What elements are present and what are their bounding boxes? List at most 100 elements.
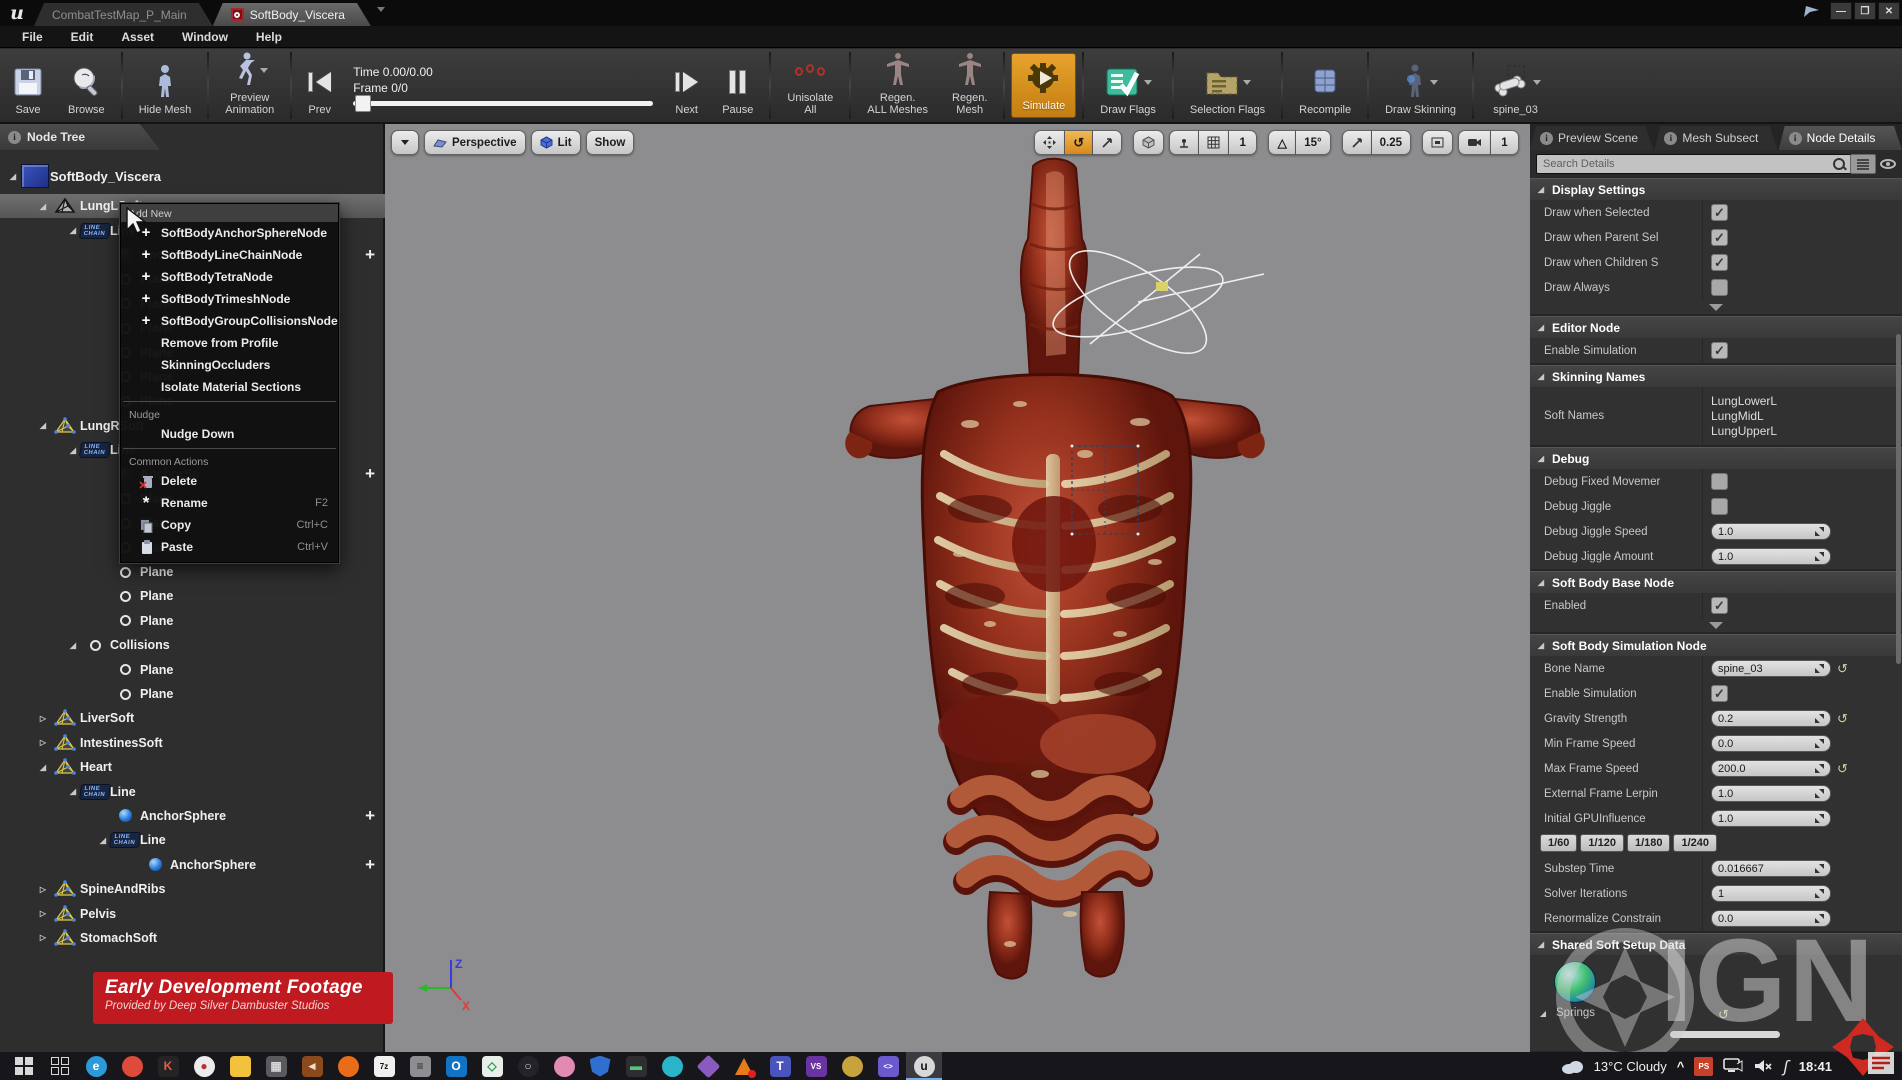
tree-row-plane[interactable]: Plane: [0, 657, 385, 681]
expander-open-icon[interactable]: ◢: [66, 226, 80, 235]
hide-mesh-button[interactable]: Hide Mesh: [127, 49, 204, 122]
tree-row-stomachsoft[interactable]: ▷StomachSoft: [0, 926, 385, 950]
tree-row-plane[interactable]: Plane: [0, 584, 385, 608]
drag-handle-icon[interactable]: [1815, 664, 1824, 673]
expander-open-icon[interactable]: ◢: [66, 641, 80, 650]
menu-file[interactable]: File: [8, 30, 57, 44]
teal-app-icon[interactable]: [654, 1052, 690, 1080]
bone-selector-caret-icon[interactable]: [1533, 80, 1541, 85]
browse-button[interactable]: Browse: [56, 49, 117, 122]
pink-app-icon[interactable]: [546, 1052, 582, 1080]
value-input[interactable]: 0.2: [1711, 710, 1831, 727]
springs-asset-thumbnail[interactable]: [1554, 961, 1596, 1003]
hex-tool-icon[interactable]: ◇: [474, 1052, 510, 1080]
context-menu-item-softbodygroupcollisionsnode[interactable]: +SoftBodyGroupCollisionsNode: [121, 310, 338, 332]
tree-row-heart[interactable]: ◢Heart: [0, 755, 385, 779]
eye-icon[interactable]: [1880, 159, 1896, 169]
timeline-handle[interactable]: [355, 95, 371, 112]
drag-handle-icon[interactable]: [1815, 814, 1824, 823]
unisolate-all-button[interactable]: Unisolate All: [775, 49, 845, 122]
chrome-icon[interactable]: [114, 1052, 150, 1080]
visual-studio-icon[interactable]: VS: [798, 1052, 834, 1080]
expander-open-icon[interactable]: ◢: [66, 787, 80, 796]
value-input[interactable]: 200.0: [1711, 760, 1831, 777]
context-menu-item-delete[interactable]: Delete: [121, 470, 338, 492]
context-menu-item-softbodyanchorspherenode[interactable]: +SoftBodyAnchorSphereNode: [121, 222, 338, 244]
display-tray-icon[interactable]: [1723, 1058, 1743, 1074]
teams-icon[interactable]: T: [762, 1052, 798, 1080]
bone-selector-button[interactable]: spine_03: [1478, 49, 1553, 122]
scale-snap-button[interactable]: [1342, 130, 1372, 155]
camera-speed-value-button[interactable]: 1: [1491, 130, 1519, 155]
checkbox-checked[interactable]: ✓: [1711, 229, 1728, 246]
reset-to-default-icon[interactable]: ↺: [1837, 711, 1848, 727]
drag-handle-icon[interactable]: [1815, 527, 1824, 536]
display-filter-button[interactable]: [1850, 154, 1876, 174]
shield-app-icon[interactable]: [582, 1052, 618, 1080]
draw-flags-caret-icon[interactable]: [1144, 80, 1152, 85]
weather-text[interactable]: 13°C Cloudy: [1594, 1059, 1667, 1074]
drag-handle-icon[interactable]: [1815, 889, 1824, 898]
camera-speed-button[interactable]: [1458, 130, 1491, 155]
playstation-tray-icon[interactable]: PS: [1694, 1057, 1713, 1076]
next-frame-button[interactable]: Next: [663, 49, 710, 122]
pause-button[interactable]: Pause: [710, 49, 765, 122]
expander-open-icon[interactable]: ◢: [6, 172, 20, 181]
menu-edit[interactable]: Edit: [57, 30, 108, 44]
reset-to-default-icon[interactable]: ↺: [1718, 1007, 1729, 1023]
value-input[interactable]: 1.0: [1711, 785, 1831, 802]
section-expander[interactable]: [1530, 618, 1902, 632]
context-menu-item-nudge-down[interactable]: Nudge Down: [121, 423, 338, 445]
viewport[interactable]: Perspective Lit Show ↺: [385, 124, 1530, 1052]
context-menu-item-rename[interactable]: *RenameF2: [121, 492, 338, 514]
expander-open-icon[interactable]: ◢: [96, 836, 110, 845]
viewport-options-button[interactable]: [391, 130, 419, 155]
section-header[interactable]: ◢Editor Node: [1530, 316, 1902, 338]
tree-row-intestinessoft[interactable]: ▷IntestinesSoft: [0, 731, 385, 755]
section-header[interactable]: ◢Soft Body Base Node: [1530, 571, 1902, 593]
tray-expand-caret[interactable]: ^: [1677, 1059, 1685, 1074]
pen-tray-icon[interactable]: ʃ: [1783, 1057, 1788, 1076]
expander-open-icon[interactable]: ◢: [36, 763, 50, 772]
outlook-icon[interactable]: O: [438, 1052, 474, 1080]
drag-handle-icon[interactable]: [1815, 764, 1824, 773]
preset-button-1-180[interactable]: 1/180: [1627, 834, 1671, 852]
viscera-model[interactable]: [840, 154, 1270, 984]
search-details-input[interactable]: [1536, 154, 1852, 174]
tab-dropdown-caret-icon[interactable]: [377, 7, 385, 12]
add-node-button[interactable]: +: [365, 248, 375, 262]
menu-asset[interactable]: Asset: [107, 30, 168, 44]
preview-animation-button[interactable]: Preview Animation: [213, 49, 286, 122]
expander-open-icon[interactable]: ◢: [36, 421, 50, 430]
vlc-icon[interactable]: [726, 1052, 762, 1080]
tab-node-details[interactable]: iNode Details: [1779, 126, 1902, 150]
checkbox-checked[interactable]: ✓: [1711, 254, 1728, 271]
file-explorer-icon[interactable]: [222, 1052, 258, 1080]
expander-closed-icon[interactable]: ▷: [36, 933, 50, 942]
preset-button-1-240[interactable]: 1/240: [1673, 834, 1717, 852]
context-menu-item-copy[interactable]: CopyCtrl+C: [121, 514, 338, 536]
drag-handle-icon[interactable]: [1815, 552, 1824, 561]
springs-slider[interactable]: [1670, 1031, 1780, 1038]
gauge-app-icon[interactable]: ●: [186, 1052, 222, 1080]
context-menu-item-paste[interactable]: PasteCtrl+V: [121, 536, 338, 558]
tree-row-plane[interactable]: Plane: [0, 560, 385, 584]
k-app-icon[interactable]: K: [150, 1052, 186, 1080]
value-input[interactable]: 1.0: [1711, 810, 1831, 827]
tree-row-anchorsphere[interactable]: AnchorSphere+: [0, 804, 385, 828]
preset-button-1-120[interactable]: 1/120: [1580, 834, 1624, 852]
scale-tool-button[interactable]: [1093, 130, 1122, 155]
firefox-icon[interactable]: [330, 1052, 366, 1080]
volume-muted-icon[interactable]: [1753, 1058, 1773, 1074]
draw-skinning-button[interactable]: Draw Skinning: [1373, 49, 1468, 122]
simulate-button[interactable]: Simulate: [1011, 53, 1076, 118]
unreal-engine-icon[interactable]: u: [906, 1052, 942, 1080]
perspective-button[interactable]: Perspective: [424, 130, 526, 155]
gold-app-icon[interactable]: [834, 1052, 870, 1080]
tree-row-line[interactable]: ◢LINECHAINLine: [0, 779, 385, 803]
preset-button-1-60[interactable]: 1/60: [1540, 834, 1577, 852]
tree-row-plane[interactable]: Plane: [0, 682, 385, 706]
draw-flags-button[interactable]: Draw Flags: [1088, 49, 1168, 122]
tree-row-softbody_viscera[interactable]: ◢SoftBody_Viscera: [0, 158, 385, 194]
value-input[interactable]: 0.0: [1711, 735, 1831, 752]
